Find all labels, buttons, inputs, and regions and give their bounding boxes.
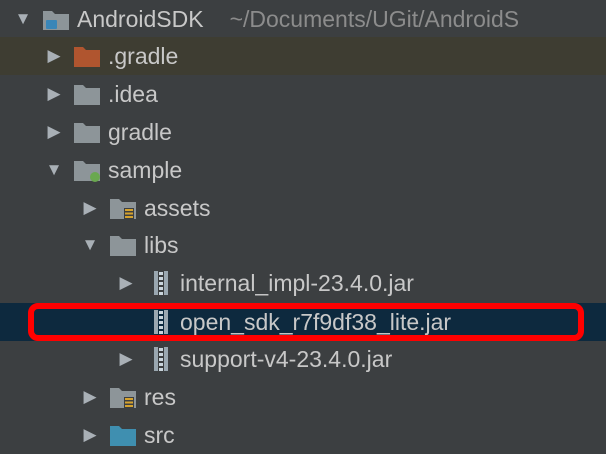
folder-icon <box>109 233 137 257</box>
root-label: AndroidSDK <box>77 6 204 32</box>
tree-row-assets[interactable]: ▶ assets <box>0 189 606 227</box>
tree-label: assets <box>144 195 211 221</box>
chevron-right-icon[interactable]: ▶ <box>115 340 137 378</box>
root-path: ~/Documents/UGit/AndroidS <box>229 6 520 32</box>
tree-row-libs[interactable]: ▼ libs <box>0 226 606 264</box>
tree-label: open_sdk_r7f9df38_lite.jar <box>180 309 452 335</box>
resource-folder-icon <box>109 196 137 220</box>
tree-label: .gradle <box>108 43 179 69</box>
folder-icon <box>109 423 137 447</box>
chevron-right-icon[interactable]: ▶ <box>115 264 137 302</box>
jar-file-icon <box>145 310 173 334</box>
tree-row-androidsdk[interactable]: ▼ AndroidSDK ~/Documents/UGit/AndroidS <box>0 0 606 38</box>
tree-row-gradle[interactable]: ▶ gradle <box>0 113 606 151</box>
module-folder-icon <box>42 7 70 31</box>
chevron-right-icon[interactable]: ▶ <box>79 378 101 416</box>
chevron-down-icon[interactable]: ▼ <box>79 226 101 264</box>
tree-label: support-v4-23.4.0.jar <box>180 346 393 372</box>
jar-file-icon <box>145 271 173 295</box>
chevron-right-icon[interactable]: ▶ <box>79 189 101 227</box>
tree-row-idea[interactable]: ▶ .idea <box>0 75 606 113</box>
tree-label: src <box>144 422 175 448</box>
tree-label: res <box>144 384 176 410</box>
chevron-right-icon[interactable]: ▶ <box>43 37 65 75</box>
chevron-right-icon[interactable]: ▶ <box>43 113 65 151</box>
tree-row-res[interactable]: ▶ res <box>0 378 606 416</box>
chevron-down-icon[interactable]: ▼ <box>43 151 65 189</box>
tree-label: sample <box>108 157 183 183</box>
tree-label: libs <box>144 232 179 258</box>
chevron-right-icon[interactable]: ▶ <box>43 75 65 113</box>
resource-folder-icon <box>109 385 137 409</box>
tree-label: .idea <box>108 81 158 107</box>
tree-row-support-v4-jar[interactable]: ▶ support-v4-23.4.0.jar <box>0 340 606 378</box>
chevron-right-icon[interactable]: ▶ <box>79 416 101 454</box>
folder-icon <box>73 44 101 68</box>
tree-row-open-sdk-jar[interactable]: ▶ open_sdk_r7f9df38_lite.jar <box>0 303 606 341</box>
tree-row-sample[interactable]: ▼ sample <box>0 151 606 189</box>
folder-icon <box>73 120 101 144</box>
tree-row-src[interactable]: ▶ src <box>0 416 606 454</box>
chevron-down-icon[interactable]: ▼ <box>12 0 34 38</box>
jar-file-icon <box>145 347 173 371</box>
folder-icon <box>73 82 101 106</box>
tree-row-internal-impl-jar[interactable]: ▶ internal_impl-23.4.0.jar <box>0 264 606 302</box>
tree-label: internal_impl-23.4.0.jar <box>180 270 414 296</box>
module-folder-icon <box>73 158 101 182</box>
tree-label: gradle <box>108 119 172 145</box>
project-tree: ▼ AndroidSDK ~/Documents/UGit/AndroidS ▶… <box>0 0 606 454</box>
tree-row-gradle-hidden[interactable]: ▶ .gradle <box>0 37 606 75</box>
